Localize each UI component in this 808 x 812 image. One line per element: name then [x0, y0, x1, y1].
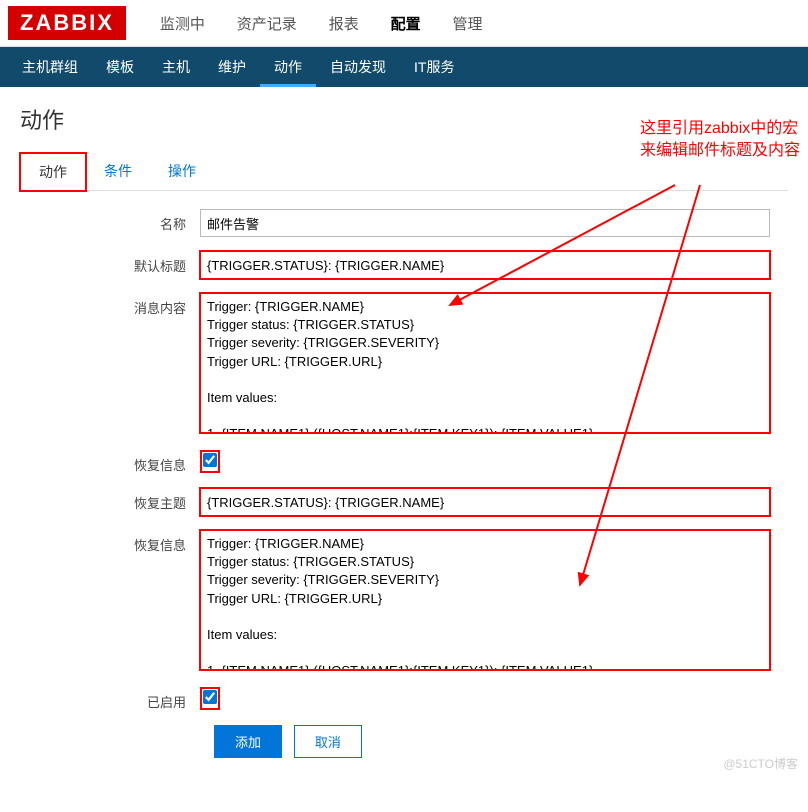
- topnav-reports[interactable]: 报表: [329, 16, 359, 33]
- row-name: 名称: [20, 209, 788, 237]
- topnav-configuration[interactable]: 配置: [391, 16, 421, 33]
- tab-operations[interactable]: 操作: [150, 153, 214, 190]
- row-recovery-message: 恢复信息: [20, 530, 788, 673]
- subnav-actions[interactable]: 动作: [260, 47, 316, 87]
- subnav-discovery[interactable]: 自动发现: [316, 47, 400, 87]
- label-recovery-subject: 恢复主题: [20, 488, 200, 512]
- topnav-inventory[interactable]: 资产记录: [237, 16, 297, 33]
- row-message: 消息内容: [20, 293, 788, 436]
- row-default-subject: 默认标题: [20, 251, 788, 279]
- tab-action[interactable]: 动作: [20, 153, 86, 191]
- row-recovery-subject: 恢复主题: [20, 488, 788, 516]
- logo: ZABBIX: [8, 6, 126, 40]
- recovery-checkbox[interactable]: [203, 453, 217, 467]
- page-content: 动作 动作 条件 操作 名称 默认标题 消息内容 恢复信息: [0, 87, 808, 778]
- subnav-hostgroups[interactable]: 主机群组: [8, 47, 92, 87]
- button-row: 添加 取消: [214, 725, 788, 758]
- row-enabled: 已启用: [20, 687, 788, 711]
- subnav-templates[interactable]: 模板: [92, 47, 148, 87]
- subnav-maintenance[interactable]: 维护: [204, 47, 260, 87]
- annotation-text: 这里引用zabbix中的宏来编辑邮件标题及内容: [640, 118, 800, 163]
- tab-conditions[interactable]: 条件: [86, 153, 150, 190]
- label-recovery-checkbox: 恢复信息: [20, 450, 200, 474]
- enabled-checkbox-highlight: [200, 687, 220, 710]
- enabled-checkbox[interactable]: [203, 690, 217, 704]
- subnav-hosts[interactable]: 主机: [148, 47, 204, 87]
- recovery-checkbox-highlight: [200, 450, 220, 473]
- sub-nav: 主机群组 模板 主机 维护 动作 自动发现 IT服务: [0, 47, 808, 87]
- row-recovery-checkbox: 恢复信息: [20, 450, 788, 474]
- label-name: 名称: [20, 209, 200, 233]
- label-message: 消息内容: [20, 293, 200, 317]
- topnav-monitoring[interactable]: 监测中: [160, 16, 205, 33]
- subnav-itservices[interactable]: IT服务: [400, 47, 468, 87]
- recovery-message-textarea[interactable]: [200, 530, 770, 670]
- topnav-administration[interactable]: 管理: [453, 16, 483, 33]
- default-subject-input[interactable]: [200, 251, 770, 279]
- message-textarea[interactable]: [200, 293, 770, 433]
- recovery-subject-input[interactable]: [200, 488, 770, 516]
- name-input[interactable]: [200, 209, 770, 237]
- top-nav: 监测中 资产记录 报表 配置 管理: [146, 13, 497, 34]
- label-default-subject: 默认标题: [20, 251, 200, 275]
- watermark: @51CTO博客: [723, 755, 798, 772]
- top-bar: ZABBIX 监测中 资产记录 报表 配置 管理: [0, 0, 808, 47]
- add-button[interactable]: 添加: [214, 725, 282, 758]
- label-enabled: 已启用: [20, 687, 200, 711]
- label-recovery-message: 恢复信息: [20, 530, 200, 554]
- cancel-button[interactable]: 取消: [294, 725, 362, 758]
